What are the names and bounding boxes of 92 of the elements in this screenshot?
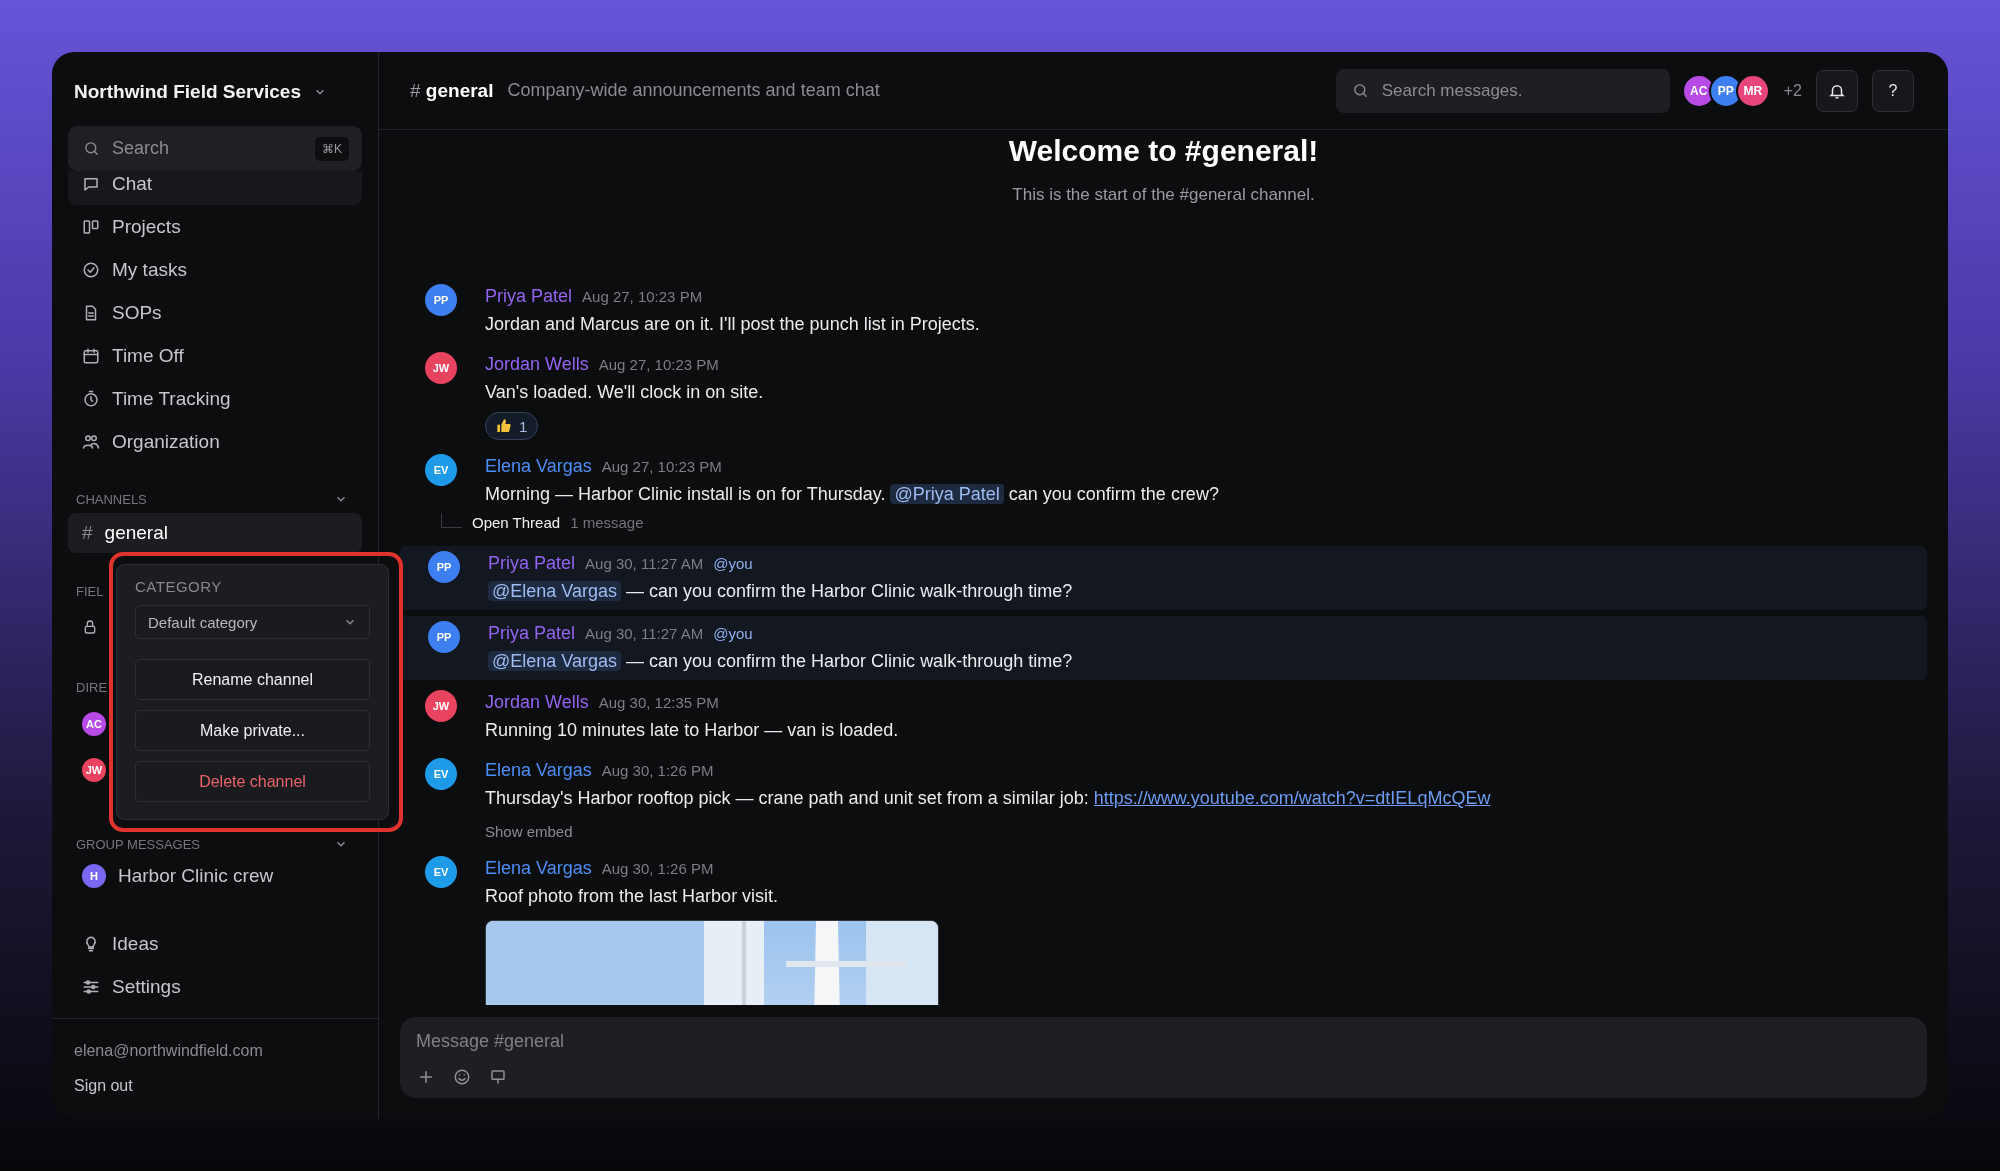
avatar: JW — [425, 690, 457, 722]
menu-label: CATEGORY — [135, 577, 223, 597]
channel-item[interactable]: # general — [68, 513, 362, 553]
search-icon — [1351, 81, 1369, 99]
account-email: elena@northwindfield.com — [74, 1041, 264, 1061]
author-name[interactable]: Jordan Wells — [485, 690, 589, 714]
message-text: @Elena Vargas — can you confirm the Harbor Clinic walk-through time? — [488, 578, 1073, 605]
message-input[interactable]: Message #general — [416, 1031, 1911, 1052]
mention-tag[interactable]: @Elena Vargas — [488, 651, 621, 671]
message-text: Jordan and Marcus are on it. I'll post the punch list in Projects. — [485, 313, 980, 336]
avatar: H — [82, 864, 106, 888]
nav-item[interactable]: Chat — [68, 171, 362, 205]
author-name[interactable]: Priya Patel — [485, 284, 573, 308]
group-item[interactable]: H Harbor Clinic crew — [68, 854, 362, 898]
smiley-icon — [452, 1068, 472, 1086]
author-name[interactable]: Priya Patel — [488, 621, 576, 645]
show-embed-link[interactable]: Show embed — [485, 822, 573, 842]
avatar: PP — [425, 284, 457, 316]
mention-label: @you — [713, 554, 753, 574]
thread-line — [441, 513, 462, 528]
timestamp: Aug 30, 1:26 PM — [601, 761, 714, 781]
message-text: Van's loaded. We'll clock in on site. — [485, 381, 764, 404]
timestamp: Aug 30, 11:27 AM — [585, 554, 704, 574]
sign-icon — [488, 1068, 508, 1086]
workspace-name[interactable]: Northwind Field Services — [74, 81, 301, 103]
section-label: FIEL — [76, 583, 104, 599]
stopwatch-icon — [82, 389, 100, 408]
timestamp: Aug 27, 10:23 PM — [598, 355, 719, 375]
message-text: Thursday's Harbor rooftop pick — crane path and unit set from a similar job: https://www.youtube.com/watch?v=dtIELqMcQEw — [485, 787, 1491, 810]
welcome-subtitle: This is the start of the #general channel. — [1011, 184, 1316, 206]
nav-item[interactable]: My tasks — [68, 248, 362, 291]
author-name[interactable]: Elena Vargas — [485, 454, 592, 478]
search-field[interactable]: Search messages. — [1335, 68, 1670, 113]
help-button[interactable]: ? — [1872, 69, 1914, 112]
timestamp: Aug 27, 10:23 PM — [582, 287, 703, 307]
channel-title: # general — [410, 79, 494, 102]
nav-item[interactable]: Time Off — [68, 334, 362, 377]
message-text: Running 10 minutes late to Harbor — van is loaded. — [485, 719, 899, 742]
message-composer[interactable]: Message #general — [400, 1017, 1927, 1098]
avatar: PP — [428, 621, 460, 653]
search-icon — [83, 140, 100, 157]
member-count[interactable]: +2 — [1783, 81, 1802, 100]
avatar: JW — [82, 758, 106, 782]
shortcut-badge: ⌘K — [315, 137, 349, 161]
section-label: CHANNELS — [76, 491, 147, 507]
avatar: EV — [425, 454, 457, 486]
notifications-button[interactable] — [1816, 69, 1858, 112]
message-link[interactable]: https://www.youtube.com/watch?v=dtIELqMcQEw — [1093, 788, 1491, 808]
mention-label: @you — [713, 624, 753, 644]
welcome-title: Welcome to #general! — [1007, 133, 1320, 169]
menu-action[interactable]: Rename channel — [135, 659, 370, 700]
author-name[interactable]: Elena Vargas — [485, 856, 592, 880]
reaction-chip[interactable]: 1 — [485, 412, 539, 440]
mention-tag[interactable]: @Elena Vargas — [488, 581, 621, 601]
menu-action[interactable]: Make private... — [135, 710, 370, 751]
columns-icon — [82, 217, 100, 236]
calendar-icon — [82, 346, 100, 365]
section-label: GROUP MESSAGES — [76, 836, 200, 852]
nav-item[interactable]: Time Tracking — [68, 377, 362, 420]
timestamp: Aug 30, 11:27 AM — [585, 624, 704, 644]
avatar: JW — [425, 352, 457, 384]
message-text: @Elena Vargas — can you confirm the Harbor Clinic walk-through time? — [488, 648, 1073, 675]
author-name[interactable]: Jordan Wells — [485, 352, 589, 376]
avatar: MR — [1735, 73, 1770, 108]
nav-item[interactable]: Settings — [68, 965, 362, 1008]
sign-out-link[interactable]: Sign out — [74, 1068, 133, 1103]
thumbs-up-icon — [496, 418, 512, 434]
reply-count: 1 message — [570, 513, 644, 533]
sliders-icon — [82, 977, 100, 996]
author-name[interactable]: Elena Vargas — [485, 758, 592, 782]
message-text: Roof photo from the last Harbor visit. — [485, 885, 780, 908]
nav-item[interactable]: SOPs — [68, 291, 362, 334]
avatar: PP — [428, 551, 460, 583]
avatar: EV — [425, 856, 457, 888]
nav-item[interactable]: Ideas — [68, 922, 362, 965]
avatar: EV — [425, 758, 457, 790]
nav-item[interactable]: Projects — [68, 205, 362, 248]
timestamp: Aug 30, 1:26 PM — [601, 859, 714, 879]
section-label: DIRE — [76, 679, 108, 695]
channel-description: Company-wide announcements and team chat — [507, 80, 881, 101]
mention-tag[interactable]: @Priya Patel — [890, 484, 1004, 504]
timestamp: Aug 30, 12:35 PM — [598, 693, 719, 713]
people-icon — [82, 432, 100, 451]
author-name[interactable]: Priya Patel — [488, 551, 576, 575]
category-select[interactable]: Default category — [135, 605, 370, 639]
open-thread-link[interactable]: Open Thread — [472, 510, 561, 536]
nav-item[interactable]: Organization — [68, 420, 362, 463]
avatar: AC — [82, 712, 106, 736]
timestamp: Aug 27, 10:23 PM — [601, 457, 722, 477]
menu-action[interactable]: Delete channel — [135, 761, 370, 802]
message-text: Morning — Harbor Clinic install is on for Thursday. @Priya Patel can you confirm the crew? — [485, 483, 1219, 506]
check-circle-icon — [82, 260, 100, 279]
